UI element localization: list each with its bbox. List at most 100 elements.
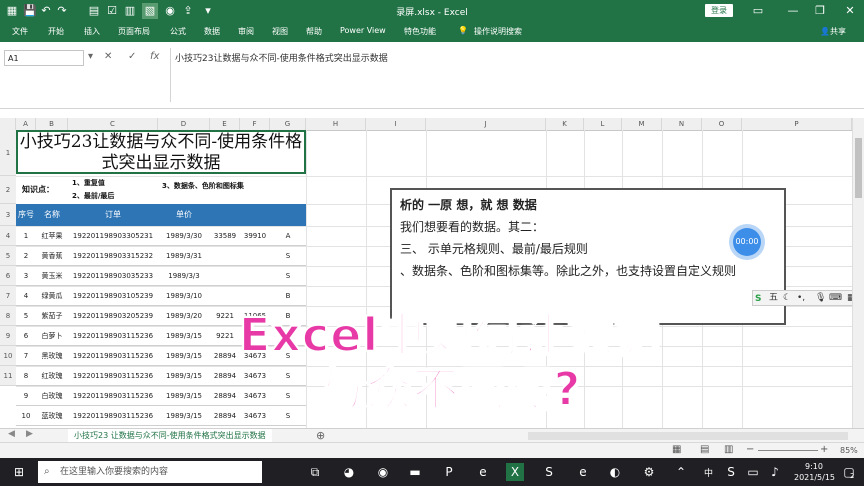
table-cell[interactable] xyxy=(240,266,270,286)
table-cell[interactable]: S xyxy=(270,266,306,286)
tab-view[interactable]: 视图 xyxy=(272,26,288,37)
page-layout-view-icon[interactable]: ▤ xyxy=(700,444,709,455)
column-header[interactable]: G xyxy=(270,118,306,130)
table-cell[interactable]: 1989/3/31 xyxy=(158,246,210,266)
ime-indicator[interactable]: 中 xyxy=(704,466,713,479)
zoom-in-icon[interactable]: + xyxy=(820,444,828,455)
table-cell[interactable] xyxy=(240,246,270,266)
column-header[interactable]: I xyxy=(366,118,426,130)
add-sheet-icon[interactable]: ⊕ xyxy=(316,429,325,442)
column-header[interactable]: O xyxy=(702,118,742,130)
column-header[interactable]: K xyxy=(546,118,584,130)
login-button[interactable]: 登录 xyxy=(705,4,733,17)
tab-formulas[interactable]: 公式 xyxy=(170,26,186,37)
table-cell[interactable]: 39910 xyxy=(240,226,270,246)
table-header-cell[interactable]: 单价 xyxy=(158,204,210,226)
table-cell[interactable]: 1989/3/3 xyxy=(158,266,210,286)
table-header-cell[interactable] xyxy=(210,204,240,226)
table-cell[interactable]: 白萝卜 xyxy=(36,326,68,346)
taskbar-search-box[interactable]: 在这里输入你要搜索的内容 xyxy=(38,461,262,483)
table-cell[interactable]: S xyxy=(270,246,306,266)
table-cell[interactable]: 3 xyxy=(16,266,36,286)
table-cell[interactable]: 192201198903315232 xyxy=(68,246,158,266)
row-header[interactable]: 7 xyxy=(0,286,16,306)
table-cell[interactable]: 蓝玫瑰 xyxy=(36,406,68,426)
settings-icon[interactable]: ⚙ xyxy=(640,463,658,481)
folder-icon[interactable]: ▬ xyxy=(406,463,424,481)
cancel-icon[interactable]: ✕ xyxy=(104,51,112,62)
tab-special-features[interactable]: 特色功能 xyxy=(404,26,436,37)
name-box[interactable]: A1 xyxy=(4,50,84,66)
table-cell[interactable]: 192201198903035233 xyxy=(68,266,158,286)
row-header[interactable]: 6 xyxy=(0,266,16,286)
table-cell[interactable]: 1 xyxy=(16,226,36,246)
restore-icon[interactable]: ❐ xyxy=(812,3,828,19)
share-button[interactable]: 👤共享 xyxy=(820,26,846,37)
ime-mode[interactable]: 五 xyxy=(769,291,778,305)
table-cell[interactable]: 黄玉米 xyxy=(36,266,68,286)
column-header[interactable]: J xyxy=(426,118,546,130)
tab-home[interactable]: 开始 xyxy=(48,26,64,37)
minimize-icon[interactable]: — xyxy=(785,3,801,19)
row-header[interactable]: 11 xyxy=(0,366,16,386)
name-box-dropdown-icon[interactable]: ▾ xyxy=(88,51,93,62)
table-cell[interactable]: 黑玫瑰 xyxy=(36,346,68,366)
tab-data[interactable]: 数据 xyxy=(204,26,220,37)
row-header[interactable]: 5 xyxy=(0,246,16,266)
table-cell[interactable] xyxy=(210,246,240,266)
ribbon-display-icon[interactable]: ▭ xyxy=(750,3,766,19)
zoom-out-icon[interactable]: − xyxy=(746,444,754,455)
chrome-icon[interactable]: ◉ xyxy=(374,463,392,481)
table-cell[interactable]: 1989/3/30 xyxy=(158,226,210,246)
table-cell[interactable]: 33589 xyxy=(210,226,240,246)
moon-icon[interactable]: ☾ xyxy=(783,291,791,305)
enter-icon[interactable]: ✓ xyxy=(128,51,136,62)
people-icon[interactable]: ⌃ xyxy=(672,463,690,481)
table-cell[interactable] xyxy=(240,286,270,306)
powerpoint-icon[interactable]: P xyxy=(440,463,458,481)
table-cell[interactable]: A xyxy=(270,226,306,246)
sogou-tray-icon[interactable]: S xyxy=(722,463,740,481)
table-cell[interactable]: 1989/3/10 xyxy=(158,286,210,306)
row-header[interactable]: 9 xyxy=(0,326,16,346)
normal-view-icon[interactable]: ▦ xyxy=(672,444,681,455)
table-cell[interactable]: 10 xyxy=(16,406,36,426)
table-cell[interactable]: 5 xyxy=(16,306,36,326)
table-cell[interactable]: 4 xyxy=(16,286,36,306)
table-cell[interactable]: 紫茄子 xyxy=(36,306,68,326)
table-cell[interactable]: 6 xyxy=(16,326,36,346)
notification-icon[interactable]: ▢ xyxy=(840,463,858,481)
column-header[interactable]: F xyxy=(240,118,270,130)
row-header[interactable]: 8 xyxy=(0,306,16,326)
column-header[interactable]: A xyxy=(16,118,36,130)
column-header[interactable]: D xyxy=(158,118,210,130)
taskbar-clock[interactable]: 9:10 2021/5/15 xyxy=(794,461,835,483)
table-cell[interactable]: 2 xyxy=(16,246,36,266)
row-header[interactable]: 10 xyxy=(0,346,16,366)
row-header[interactable]: 2 xyxy=(0,176,16,204)
table-cell[interactable]: 红苹果 xyxy=(36,226,68,246)
row-header[interactable]: 4 xyxy=(0,226,16,246)
tell-me-search[interactable]: 操作说明搜索 xyxy=(474,26,522,37)
column-header[interactable]: P xyxy=(742,118,852,130)
row-header[interactable]: 3 xyxy=(0,204,16,226)
vertical-scrollbar[interactable] xyxy=(852,118,864,428)
tab-help[interactable]: 帮助 xyxy=(306,26,322,37)
screen-recorder-icon[interactable]: ◐ xyxy=(606,463,624,481)
recording-timer[interactable]: 00:00 xyxy=(733,228,761,256)
punctuation-icon[interactable]: •, xyxy=(797,291,805,305)
table-cell[interactable]: 黄香蕉 xyxy=(36,246,68,266)
table-cell[interactable]: 7 xyxy=(16,346,36,366)
prev-sheet-icon[interactable]: ◀ xyxy=(8,429,15,439)
keyboard-icon[interactable]: ⌨ xyxy=(829,291,842,305)
column-header[interactable]: B xyxy=(36,118,68,130)
sogou-icon[interactable]: S xyxy=(755,292,761,306)
column-header[interactable]: C xyxy=(68,118,158,130)
table-cell[interactable]: 8 xyxy=(16,366,36,386)
note-textbox[interactable]: 析的 一原 想，就 想 数据 我们想要看的数据。其二： 三、 示单元格规则、最前… xyxy=(390,188,786,325)
table-cell[interactable]: 192201198903105239 xyxy=(68,286,158,306)
table-cell[interactable]: 9 xyxy=(16,386,36,406)
column-header[interactable]: H xyxy=(306,118,366,130)
table-cell[interactable]: 白玫瑰 xyxy=(36,386,68,406)
windows-start-icon[interactable]: ⊞ xyxy=(10,463,28,481)
